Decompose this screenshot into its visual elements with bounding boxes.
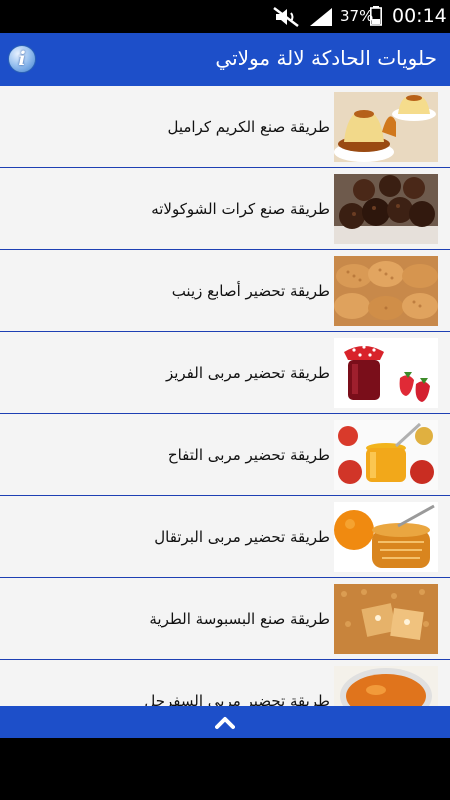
recipe-title: طريقة تحضير أصابع زينب xyxy=(171,282,330,300)
info-button[interactable]: i xyxy=(8,45,36,73)
info-icon: i xyxy=(18,48,26,70)
system-navbar xyxy=(0,738,450,800)
bottom-bar xyxy=(0,706,450,738)
zainab-fingers-image xyxy=(334,256,438,326)
recipe-list[interactable]: طريقة صنع الكريم كراميل طريقة صنع كرات ا… xyxy=(0,86,450,706)
list-item[interactable]: طريقة صنع كرات الشوكولاته xyxy=(0,168,450,250)
recipe-title: طريقة تحضير مربى التفاح xyxy=(167,446,330,464)
recipe-title: طريقة صنع كرات الشوكولاته xyxy=(151,200,330,218)
clock: 00:14 xyxy=(392,5,447,27)
recipe-title: طريقة تحضير مربى البرتقال xyxy=(154,528,330,546)
list-item[interactable]: طريقة صنع الكريم كراميل xyxy=(0,86,450,168)
chevron-up-icon[interactable] xyxy=(215,714,235,730)
signal-icon xyxy=(310,8,332,26)
mute-icon xyxy=(273,7,299,27)
creme-caramel-image xyxy=(334,92,438,162)
list-item[interactable]: طريقة صنع البسبوسة الطرية xyxy=(0,578,450,660)
recipe-title: طريقة تحضير مربى السفرجل xyxy=(144,692,330,706)
list-item[interactable]: طريقة تحضير مربى السفرجل xyxy=(0,660,450,706)
orange-jam-image xyxy=(334,502,438,572)
list-item[interactable]: طريقة تحضير مربى الفريز xyxy=(0,332,450,414)
apple-jam-image xyxy=(334,420,438,490)
recipe-title: طريقة صنع الكريم كراميل xyxy=(167,118,330,136)
recipe-title: طريقة صنع البسبوسة الطرية xyxy=(149,610,330,628)
battery-percent: 37% xyxy=(340,7,374,25)
battery-icon xyxy=(370,6,382,26)
basbousa-image xyxy=(334,584,438,654)
strawberry-jam-image xyxy=(334,338,438,408)
app-bar: i حلويات الحادكة لالة مولاتي xyxy=(0,33,450,86)
list-item[interactable]: طريقة تحضير مربى التفاح xyxy=(0,414,450,496)
quince-jam-image xyxy=(334,666,438,706)
list-item[interactable]: طريقة تحضير مربى البرتقال xyxy=(0,496,450,578)
recipe-title: طريقة تحضير مربى الفريز xyxy=(165,364,330,382)
app-title: حلويات الحادكة لالة مولاتي xyxy=(215,46,437,70)
list-item[interactable]: طريقة تحضير أصابع زينب xyxy=(0,250,450,332)
chocolate-balls-image xyxy=(334,174,438,244)
status-bar: 37% 00:14 xyxy=(0,0,450,33)
